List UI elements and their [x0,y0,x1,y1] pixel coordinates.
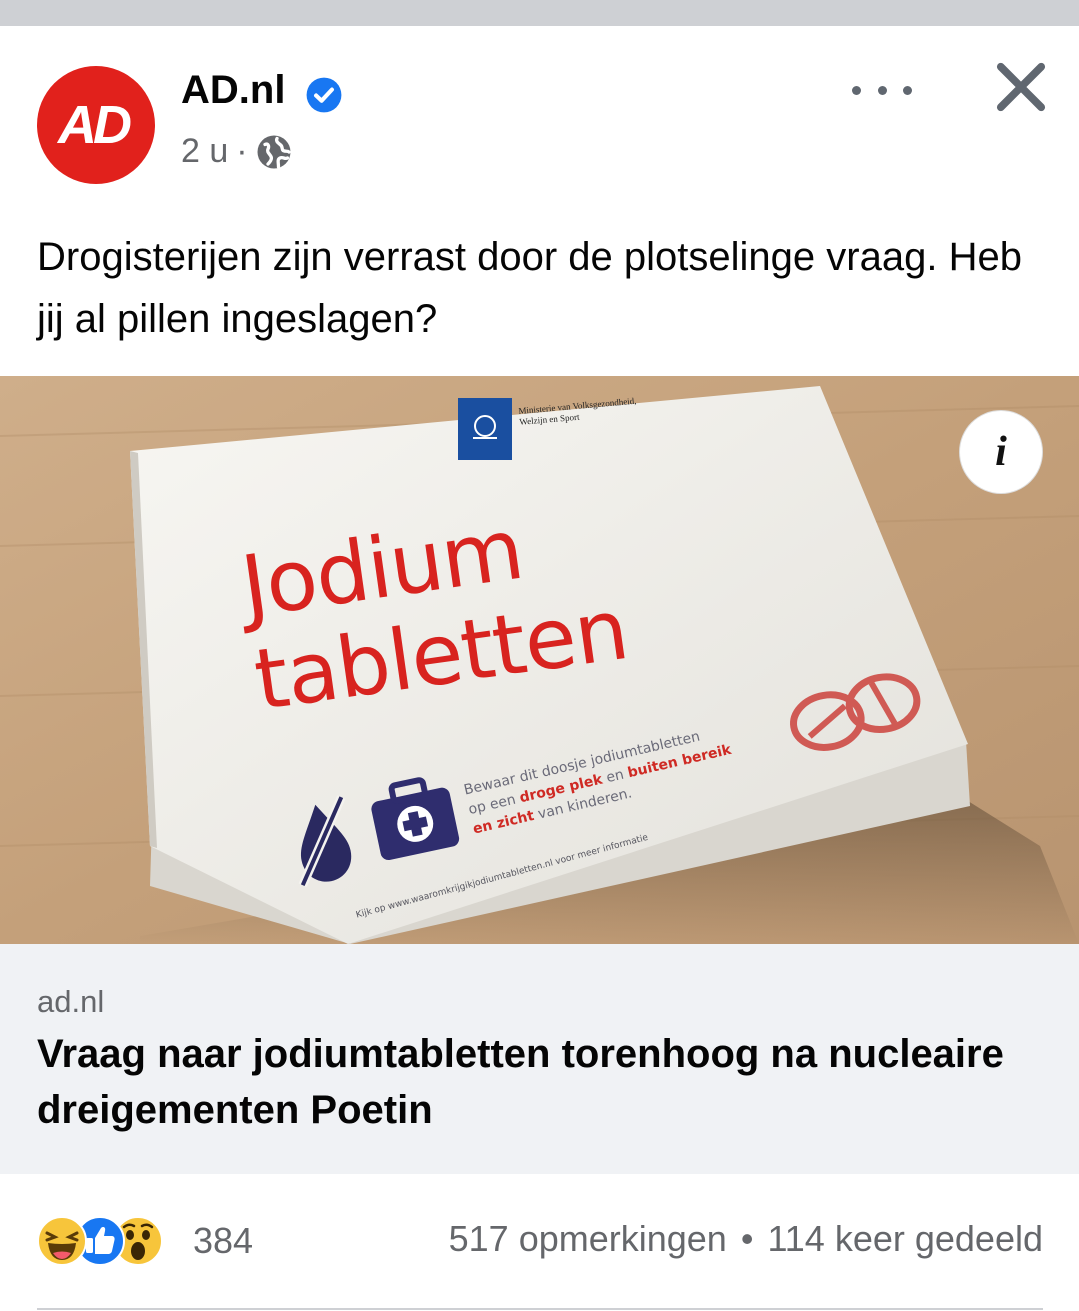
link-preview-image[interactable]: Ministerie van Volksgezondheid, Welzijn … [0,376,1079,944]
haha-icon [37,1216,87,1266]
reaction-count: 384 [193,1220,254,1261]
divider [37,1308,1043,1310]
reaction-icons [37,1216,187,1266]
comments-count[interactable]: 517 opmerkingen [449,1218,727,1260]
top-divider-bar [0,0,1079,26]
more-dot-icon [877,85,887,95]
link-preview[interactable]: ad.nl Vraag naar jodiumtabletten torenho… [0,944,1079,1174]
reactions-summary[interactable]: 384 [37,1211,253,1271]
meta-separator: · [236,132,248,170]
more-dot-icon [852,85,861,95]
info-button[interactable]: i [960,411,1042,493]
shares-count[interactable]: 114 keer gedeeld [767,1218,1043,1260]
engagement-stats: 517 opmerkingen • 114 keer gedeeld [449,1218,1043,1260]
post-caption: Drogisterijen zijn verrast door de plots… [37,235,1022,341]
more-options-button[interactable] [852,70,912,110]
page-avatar[interactable]: AD [37,66,155,184]
verified-badge-icon [306,77,342,113]
post-meta: 2 u · [181,132,292,171]
link-domain: ad.nl [37,984,105,1019]
stats-separator: • [740,1218,754,1259]
link-title[interactable]: Vraag naar jodiumtabletten torenhoog na … [37,1026,1037,1138]
page-name[interactable]: AD.nl [181,68,285,113]
post-time[interactable]: 2 u [181,132,228,171]
more-dot-icon [903,85,912,95]
close-icon[interactable] [994,60,1048,114]
feed-post: AD AD.nl 2 u · Drogisterijen zijn verras… [0,26,1079,1311]
globe-icon[interactable] [256,134,292,170]
avatar-logo-text: AD [58,95,132,155]
